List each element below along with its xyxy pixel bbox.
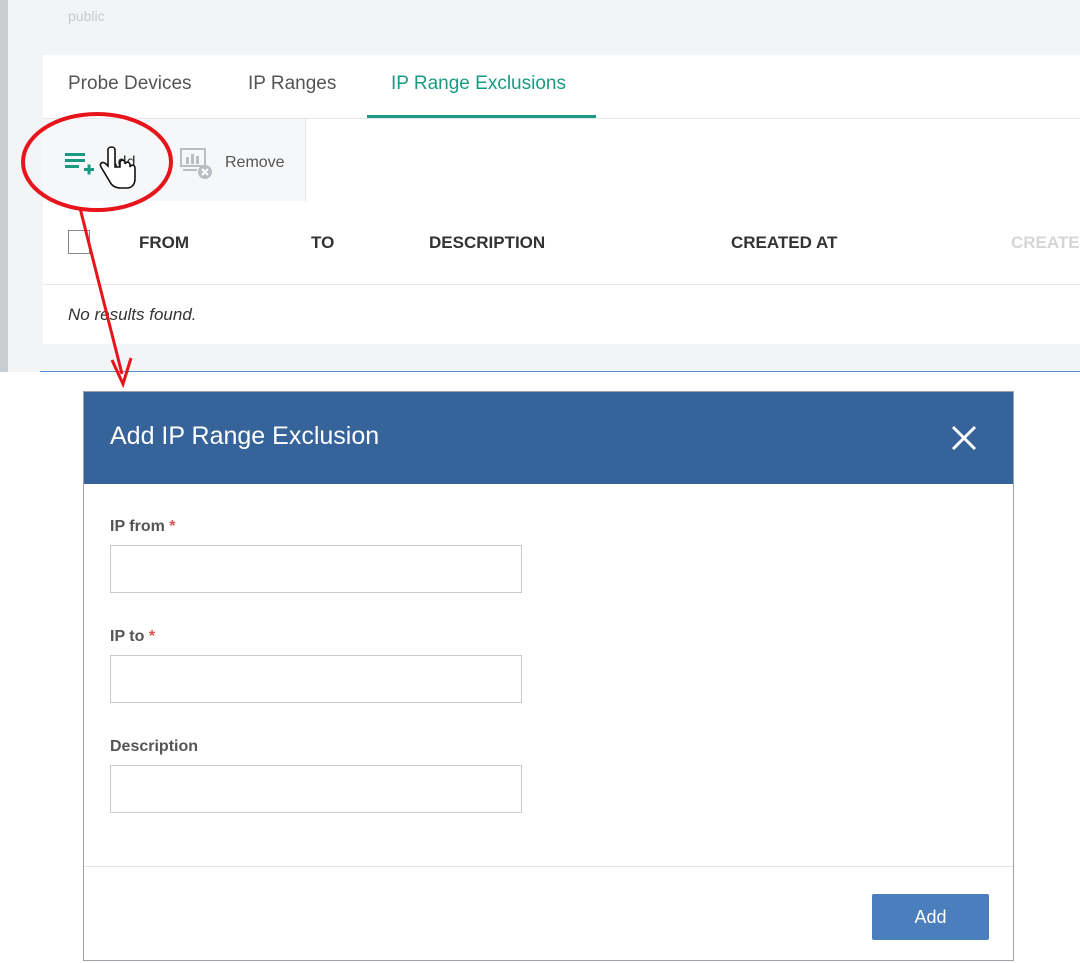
ip-to-label-text: IP to [110, 628, 145, 645]
tab-bar: Probe Devices IP Ranges IP Range Exclusi… [43, 55, 1080, 118]
empty-table-message: No results found. [68, 305, 197, 324]
remove-icon [180, 148, 212, 179]
ip-from-label-text: IP from [110, 518, 165, 535]
remove-button[interactable]: Remove [179, 143, 299, 183]
required-marker: * [169, 518, 176, 535]
table-header-divider [43, 284, 1080, 285]
ip-to-input[interactable] [110, 655, 522, 703]
tab-ip-range-exclusions[interactable]: IP Range Exclusions [391, 73, 566, 95]
column-header-to[interactable]: TO [311, 233, 334, 253]
tab-ip-ranges[interactable]: IP Ranges [248, 73, 336, 95]
dialog-add-button[interactable]: Add [872, 894, 989, 940]
ip-from-input[interactable] [110, 545, 522, 593]
tab-probe-devices[interactable]: Probe Devices [68, 73, 192, 95]
dialog-title: Add IP Range Exclusion [110, 422, 380, 450]
column-header-from[interactable]: FROM [139, 233, 189, 253]
add-button-label: Add [107, 154, 136, 171]
column-header-created-at[interactable]: CREATED AT [731, 233, 837, 253]
section-divider [40, 371, 1080, 372]
select-all-checkbox[interactable] [68, 230, 90, 254]
left-sidebar-edge [0, 0, 8, 372]
remove-button-label: Remove [225, 154, 285, 171]
toolbar: Add Remove [43, 119, 306, 201]
faded-header-text: public [68, 8, 105, 24]
close-icon[interactable] [944, 418, 984, 458]
column-header-description[interactable]: DESCRIPTION [429, 233, 545, 253]
dialog-footer-divider [84, 866, 1013, 867]
dialog-header: Add IP Range Exclusion [84, 392, 1013, 484]
description-input[interactable] [110, 765, 522, 813]
ip-from-label: IP from * [110, 518, 176, 536]
column-header-created-by[interactable]: CREATE [1011, 233, 1080, 253]
add-button[interactable]: Add [63, 143, 143, 183]
required-marker: * [148, 628, 156, 645]
ip-to-label: IP to * [110, 628, 155, 646]
list-add-icon [65, 153, 94, 175]
description-label: Description [110, 738, 199, 755]
exclusions-panel: Add Remove FROM TO DESCRIPTION CREATED A… [43, 118, 1080, 344]
add-ip-range-exclusion-dialog: Add IP Range Exclusion IP from * IP to *… [83, 391, 1014, 961]
